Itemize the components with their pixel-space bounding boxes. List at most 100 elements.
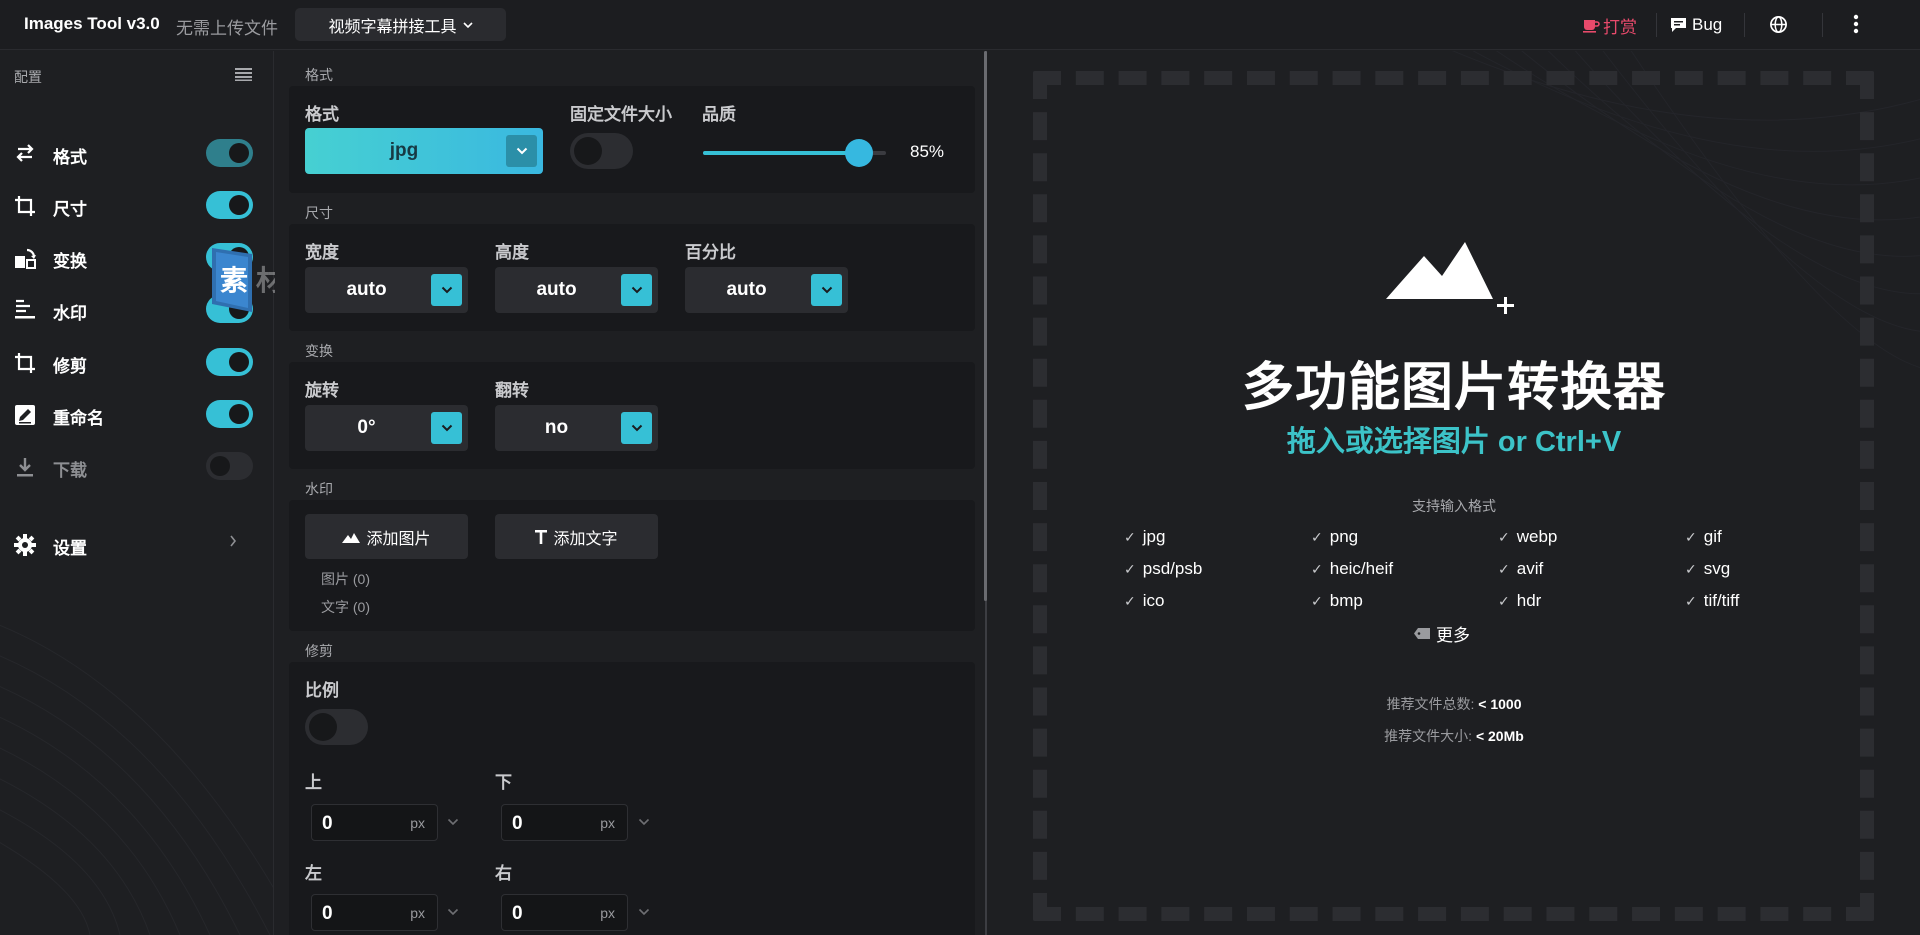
check-icon: ✓ (1498, 528, 1510, 545)
add-text-label: 添加文字 (553, 530, 618, 548)
chevron-down-icon[interactable] (638, 908, 650, 916)
unit-label: px (410, 815, 425, 831)
trim-bottom-input[interactable]: 0 px (501, 804, 628, 841)
recommend-size: 推荐文件大小: < 20Mb (988, 726, 1920, 746)
trim-right-input[interactable]: 0 px (501, 894, 628, 931)
check-icon: ✓ (1685, 528, 1697, 545)
chevron-down-icon[interactable] (447, 908, 459, 916)
trim-top-value: 0 (322, 813, 333, 834)
rename-toggle[interactable] (206, 400, 253, 428)
sidebar-item-label: 尺寸 (53, 200, 87, 219)
chevron-down-icon[interactable] (638, 818, 650, 826)
transform-icon (14, 247, 36, 269)
section-title-format: 格式 (305, 67, 333, 83)
quality-slider[interactable] (703, 139, 886, 167)
watermark-icon (14, 299, 36, 319)
quality-label: 品质 (702, 105, 736, 124)
section-title-trim: 修剪 (305, 643, 333, 659)
sidebar-item-settings[interactable]: 设置 (0, 522, 273, 566)
rotate-value: 0° (357, 417, 376, 438)
trim-left-input[interactable]: 0 px (311, 894, 438, 931)
trim-top-input[interactable]: 0 px (311, 804, 438, 841)
swap-icon (14, 143, 36, 163)
trim-toggle[interactable] (206, 348, 253, 376)
flip-select[interactable]: no (495, 405, 658, 451)
donate-label: 打赏 (1603, 17, 1637, 37)
chevron-down-icon (431, 412, 462, 444)
trim-left-label: 左 (305, 864, 322, 883)
tool-select-label: 视频字幕拼接工具 (328, 18, 457, 36)
trim-right-value: 0 (512, 903, 523, 924)
add-image-button[interactable]: 添加图片 (305, 514, 468, 559)
crop-icon (14, 195, 36, 217)
sidebar-item-trim[interactable]: 修剪 (0, 340, 273, 384)
add-text-button[interactable]: 添加文字 (495, 514, 658, 559)
sidebar-item-label: 水印 (53, 304, 87, 323)
check-icon: ✓ (1124, 592, 1136, 609)
fixed-size-label: 固定文件大小 (570, 105, 672, 124)
watermark-images-count: 图片 (0) (321, 571, 370, 587)
download-toggle[interactable] (206, 452, 253, 480)
sidebar-item-label: 设置 (53, 539, 87, 558)
sidebar-item-format[interactable]: 格式 (0, 131, 273, 175)
check-icon: ✓ (1311, 528, 1323, 545)
sidebar: 配置 格式 尺寸 变换 水印 修剪 重命名 下载 设置 (0, 51, 274, 935)
trim-bottom-value: 0 (512, 813, 523, 834)
tool-select-dropdown[interactable]: 视频字幕拼接工具 (295, 8, 506, 41)
sidebar-item-label: 下载 (53, 461, 87, 480)
unit-label: px (600, 905, 615, 921)
image-add-icon (1386, 242, 1516, 317)
format-select[interactable]: jpg (305, 128, 543, 174)
menu-icon[interactable] (235, 68, 252, 81)
check-icon: ✓ (1685, 592, 1697, 609)
bug-label: Bug (1692, 15, 1723, 34)
check-icon: ✓ (1124, 560, 1136, 577)
fixed-size-toggle[interactable] (570, 133, 633, 169)
bug-report-button[interactable]: Bug (1670, 12, 1722, 38)
chevron-down-icon[interactable] (447, 818, 459, 826)
unit-label: px (600, 815, 615, 831)
width-value: auto (346, 279, 387, 300)
add-image-label: 添加图片 (366, 530, 431, 548)
app-header: Images Tool v3.0 无需上传文件 视频字幕拼接工具 打赏 Bug (0, 0, 1920, 50)
check-icon: ✓ (1498, 592, 1510, 609)
recommend-size-label: 推荐文件大小: (1384, 728, 1473, 744)
format-item: ✓ svg (1685, 559, 1731, 578)
config-scrollbar[interactable] (984, 51, 987, 601)
sidebar-item-download[interactable]: 下载 (0, 444, 273, 488)
app-title: Images Tool v3.0 (24, 14, 160, 33)
height-label: 高度 (495, 243, 529, 262)
sidebar-item-label: 变换 (53, 252, 87, 271)
more-formats-link[interactable]: 更多 (1414, 621, 1470, 646)
recommend-size-value: < 20Mb (1475, 728, 1524, 744)
sidebar-item-size[interactable]: 尺寸 (0, 183, 273, 227)
flip-value: no (544, 417, 569, 438)
rotate-select[interactable]: 0° (305, 405, 468, 451)
sidebar-item-rename[interactable]: 重命名 (0, 392, 273, 436)
more-vertical-icon[interactable] (1852, 14, 1860, 34)
format-toggle[interactable] (206, 139, 253, 167)
format-item: ✓ gif (1685, 527, 1722, 546)
size-toggle[interactable] (206, 191, 253, 219)
coffee-icon (1582, 17, 1600, 33)
width-select[interactable]: auto (305, 267, 468, 313)
donate-button[interactable]: 打赏 (1582, 12, 1637, 38)
chevron-down-icon (431, 274, 462, 306)
quality-slider-thumb[interactable] (845, 139, 873, 167)
trim-icon (14, 352, 36, 374)
ratio-toggle[interactable] (305, 709, 368, 745)
height-select[interactable]: auto (495, 267, 658, 313)
more-label: 更多 (1436, 626, 1470, 645)
trim-top-label: 上 (305, 773, 322, 792)
globe-icon[interactable] (1769, 15, 1788, 34)
quality-slider-fill (703, 151, 859, 155)
watermark-texts-count: 文字 (0) (321, 599, 370, 615)
section-title-size: 尺寸 (305, 205, 333, 221)
drop-subtitle: 拖入或选择图片 or Ctrl+V (1286, 426, 1622, 458)
svg-text:素: 素 (220, 264, 248, 297)
percent-select[interactable]: auto (685, 267, 848, 313)
app-subtitle: 无需上传文件 (176, 19, 278, 38)
sidebar-item-label: 重命名 (53, 409, 104, 428)
format-item: ✓ jpg (1124, 527, 1166, 546)
trim-bottom-label: 下 (495, 773, 512, 792)
